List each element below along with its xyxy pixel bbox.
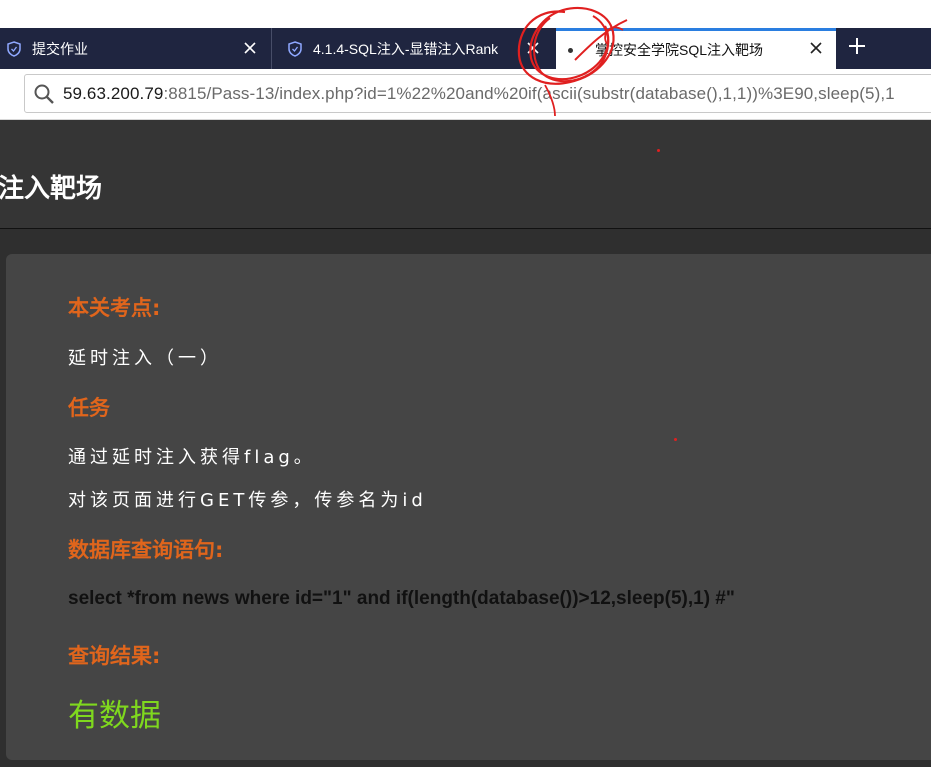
url-text: 59.63.200.79:8815/Pass-13/index.php?id=1… (63, 84, 895, 104)
query-heading: 数据库查询语句: (68, 538, 224, 562)
new-tab-button[interactable] (840, 28, 874, 69)
page-body: 注入靶场 本关考点: 延时注入（一） 任务 通过延时注入获得flag。 对该页面… (0, 120, 931, 767)
result-text: 有数据 (68, 698, 161, 734)
shield-icon (287, 40, 303, 57)
tab-label: 掌控安全学院SQL注入靶场 (595, 42, 764, 58)
page-title: 注入靶场 (0, 174, 103, 204)
tab-label: 提交作业 (32, 40, 88, 57)
close-icon[interactable] (242, 40, 258, 56)
tab-injection-range[interactable]: 掌控安全学院SQL注入靶场 (556, 28, 836, 69)
tab-sql-injection-rank[interactable]: 4.1.4-SQL注入-显错注入Rank (281, 28, 553, 69)
close-icon[interactable] (808, 40, 824, 56)
shield-icon (6, 40, 22, 57)
page-header: 注入靶场 (0, 120, 931, 229)
task-line-1: 通过延时注入获得flag。 (68, 447, 316, 468)
content-panel: 本关考点: 延时注入（一） 任务 通过延时注入获得flag。 对该页面进行GET… (6, 254, 931, 760)
test-point-heading: 本关考点: (68, 296, 161, 320)
loading-dot-icon (568, 47, 573, 53)
task-line-2: 对该页面进行GET传参，传参名为id (68, 490, 427, 511)
window-top-strip (0, 0, 931, 28)
tab-bar: 提交作业 4.1.4-SQL注入-显错注入Rank 掌控安全学院SQL注入靶场 (0, 28, 931, 69)
plus-icon (847, 36, 867, 61)
test-point-text: 延时注入（一） (68, 348, 222, 369)
url-path: :8815/Pass-13/index.php?id=1%22%20and%20… (163, 83, 895, 103)
query-text: select *from news where id="1" and if(le… (68, 588, 735, 609)
result-heading: 查询结果: (68, 644, 161, 668)
tab-label: 4.1.4-SQL注入-显错注入Rank (313, 40, 499, 57)
close-icon[interactable] (525, 40, 541, 56)
tab-divider (271, 28, 272, 69)
red-mark (674, 438, 677, 441)
url-input[interactable]: 59.63.200.79:8815/Pass-13/index.php?id=1… (24, 74, 931, 113)
red-mark (657, 149, 660, 152)
url-host: 59.63.200.79 (63, 83, 164, 103)
address-bar: 59.63.200.79:8815/Pass-13/index.php?id=1… (0, 69, 931, 120)
search-icon (33, 83, 55, 105)
tab-submit-homework[interactable]: 提交作业 (0, 28, 270, 69)
task-heading: 任务 (68, 396, 110, 420)
